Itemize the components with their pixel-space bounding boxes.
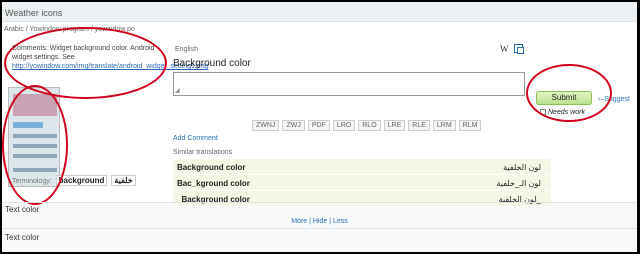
mark-button[interactable]: ZWNJ (252, 120, 280, 131)
annotation-circle (526, 64, 612, 122)
annotation-circle (2, 85, 68, 205)
source-language: English (175, 46, 198, 53)
mark-button[interactable]: RLE (408, 120, 430, 131)
divider (2, 202, 637, 203)
more-hide-less-links[interactable]: More | Hide | Less (2, 218, 637, 225)
screenshot-frame: Weather icons Arabic / Yowindow program … (2, 2, 637, 252)
mark-button[interactable]: LRM (432, 120, 456, 131)
similar-translations-label: Similar translations (173, 149, 233, 156)
table-row[interactable]: Background color لون الخلفية (173, 159, 551, 175)
resize-handle-icon[interactable]: ◢ (175, 87, 180, 94)
page-title: Weather icons (5, 8, 63, 18)
special-marks: ZWNJ ZWJ PDF LRO RLO LRE RLE LRM RLM (252, 120, 482, 131)
similar-translations-table: Background color لون الخلفية Bac_kground… (173, 159, 551, 207)
mark-button[interactable]: LRE (383, 120, 406, 131)
mark-button[interactable]: RLO (358, 120, 381, 131)
copy-icon[interactable] (514, 44, 524, 54)
translation-panel: Arabic / Yowindow program / yowindow.po … (2, 22, 637, 207)
mark-button[interactable]: RLM (458, 120, 482, 131)
term-translation: خلفية (111, 175, 136, 186)
similar-translation: لون الـ_خلفية (496, 179, 541, 188)
similar-translation: لون الخلفية (503, 163, 541, 172)
mark-button[interactable]: PDF (307, 120, 330, 131)
similar-source: Background color (177, 163, 246, 172)
translation-input[interactable]: ◢ (173, 72, 525, 96)
term-source: background (55, 175, 108, 186)
section-text-color-2[interactable]: Text color (2, 233, 637, 242)
wikipedia-icon[interactable]: W (500, 44, 509, 54)
divider (2, 228, 637, 229)
section-text-color[interactable]: Text color (2, 205, 637, 214)
mark-button[interactable]: ZWJ (282, 120, 305, 131)
table-row[interactable]: Bac_kground color لون الـ_خلفية (173, 175, 551, 191)
source-text: Background color (173, 58, 251, 69)
similar-source: Bac_kground color (177, 179, 250, 188)
add-comment-link[interactable]: Add Comment (173, 135, 218, 142)
header: Weather icons (2, 2, 637, 22)
mark-button[interactable]: LRO (332, 120, 356, 131)
